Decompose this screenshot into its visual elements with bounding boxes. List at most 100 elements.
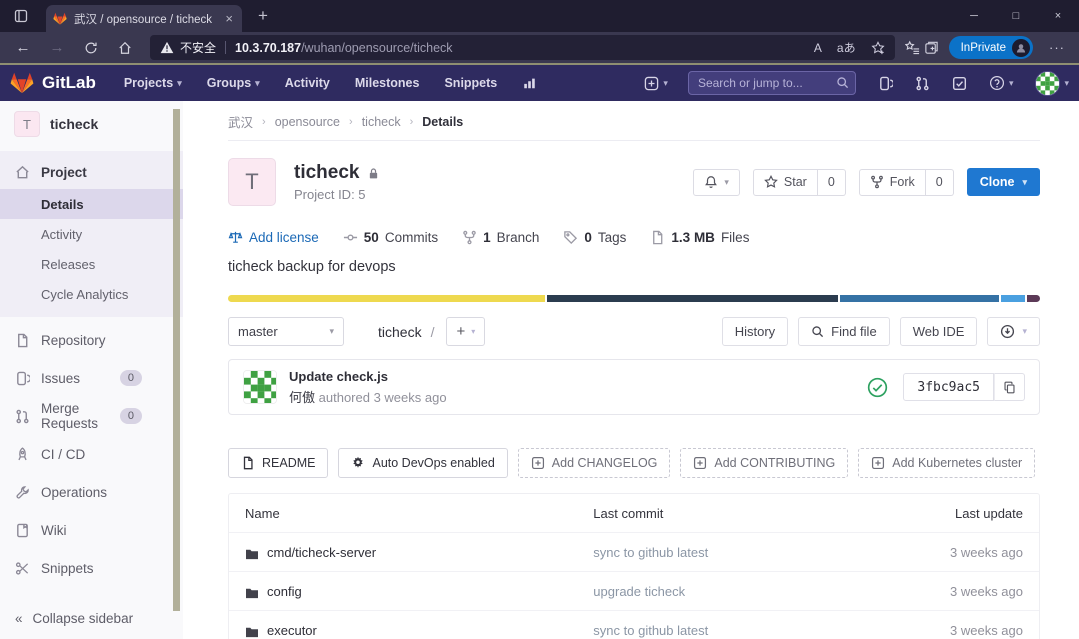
tree-controls: master ▾ ticheck / + ▾ History Find file… bbox=[228, 317, 1040, 346]
table-row[interactable]: config upgrade ticheck 3 weeks ago bbox=[229, 572, 1039, 611]
file-name-link[interactable]: executor bbox=[267, 623, 317, 638]
sidebar-item-merge-requests[interactable]: Merge Requests 0 bbox=[0, 399, 183, 433]
security-status[interactable]: 不安全 bbox=[160, 39, 216, 56]
fork-button[interactable]: Fork bbox=[859, 169, 926, 196]
issues-dashboard-button[interactable] bbox=[878, 76, 893, 91]
breadcrumb-item[interactable]: 武汉 bbox=[228, 112, 253, 131]
fork-count[interactable]: 0 bbox=[926, 169, 954, 196]
project-id: Project ID: 5 bbox=[294, 187, 380, 202]
collapse-sidebar-button[interactable]: « Collapse sidebar bbox=[0, 597, 183, 639]
translate-icon[interactable]: aあ bbox=[837, 39, 856, 56]
add-license-link[interactable]: Add license bbox=[228, 230, 319, 245]
nav-groups[interactable]: Groups▾ bbox=[207, 76, 260, 90]
breadcrumb-item[interactable]: ticheck bbox=[362, 115, 401, 129]
language-bar[interactable] bbox=[228, 295, 1040, 302]
sidebar-item-repository[interactable]: Repository bbox=[0, 323, 183, 357]
find-file-button[interactable]: Find file bbox=[798, 317, 890, 346]
new-menu-button[interactable]: ▾ bbox=[644, 76, 668, 91]
table-row[interactable]: executor sync to github latest 3 weeks a… bbox=[229, 611, 1039, 639]
inprivate-badge[interactable]: InPrivate bbox=[949, 36, 1033, 59]
sidebar-item-releases[interactable]: Releases bbox=[0, 249, 183, 279]
gitlab-logo[interactable]: GitLab bbox=[10, 72, 96, 95]
minimize-button[interactable]: ─ bbox=[953, 0, 995, 32]
user-menu-button[interactable]: ▾ bbox=[1035, 71, 1069, 96]
back-button[interactable]: ← bbox=[8, 35, 38, 60]
sidebar-item-wiki[interactable]: Wiki bbox=[0, 513, 183, 547]
tags-stat[interactable]: 0Tags bbox=[563, 230, 626, 245]
add-favorite-icon[interactable] bbox=[871, 41, 885, 55]
sidebar-item-details[interactable]: Details bbox=[0, 189, 183, 219]
commit-author[interactable]: 何傲 bbox=[289, 390, 315, 405]
sidebar-section-project: Project Details Activity Releases Cycle … bbox=[0, 151, 183, 317]
sidebar-item-project[interactable]: Project bbox=[0, 155, 183, 189]
branches-stat[interactable]: 1Branch bbox=[462, 230, 539, 245]
read-aloud-icon[interactable]: A bbox=[814, 41, 822, 55]
sidebar-item-ci-cd[interactable]: CI / CD bbox=[0, 437, 183, 471]
collections-icon[interactable] bbox=[924, 40, 939, 55]
notifications-button[interactable]: ▾ bbox=[693, 169, 740, 196]
add-file-button[interactable]: + ▾ bbox=[446, 317, 485, 346]
commit-title-link[interactable]: Update check.js bbox=[289, 369, 447, 384]
commit-author-avatar[interactable] bbox=[243, 370, 277, 404]
nav-projects[interactable]: Projects▾ bbox=[124, 76, 182, 90]
plus-square-icon bbox=[871, 456, 885, 470]
clone-button[interactable]: Clone ▾ bbox=[967, 168, 1040, 196]
sidebar-item-snippets[interactable]: Snippets bbox=[0, 551, 183, 585]
nav-activity[interactable]: Activity bbox=[285, 76, 330, 90]
last-commit-message[interactable]: sync to github latest bbox=[577, 611, 877, 639]
file-name-link[interactable]: cmd/ticheck-server bbox=[267, 545, 376, 560]
breadcrumb-item[interactable]: opensource bbox=[275, 115, 340, 129]
new-tab-button[interactable]: + bbox=[252, 6, 274, 26]
sidebar-item-operations[interactable]: Operations bbox=[0, 475, 183, 509]
breadcrumb-separator: › bbox=[349, 116, 353, 128]
tab-close-icon[interactable]: × bbox=[223, 11, 235, 26]
home-button[interactable] bbox=[110, 35, 140, 60]
browser-menu-icon[interactable]: ··· bbox=[1043, 40, 1071, 55]
files-stat[interactable]: 1.3 MBFiles bbox=[650, 230, 749, 245]
help-menu-button[interactable]: ▾ bbox=[989, 75, 1014, 91]
web-ide-button[interactable]: Web IDE bbox=[900, 317, 978, 346]
merge-requests-button[interactable] bbox=[915, 76, 930, 91]
last-commit-message[interactable]: sync to github latest bbox=[577, 533, 877, 572]
pipeline-passed-icon[interactable] bbox=[867, 377, 888, 398]
history-button[interactable]: History bbox=[722, 317, 788, 346]
browser-tab[interactable]: 武汉 / opensource / ticheck · Git × bbox=[46, 5, 242, 32]
branch-icon bbox=[462, 230, 477, 245]
todos-button[interactable] bbox=[952, 76, 967, 91]
star-count[interactable]: 0 bbox=[818, 169, 846, 196]
add-kubernetes-cluster-button[interactable]: Add Kubernetes cluster bbox=[858, 448, 1035, 478]
refresh-button[interactable] bbox=[76, 35, 106, 60]
add-contributing-button[interactable]: Add CONTRIBUTING bbox=[680, 448, 848, 478]
commits-stat[interactable]: 50Commits bbox=[343, 230, 438, 245]
sidebar-scrollbar[interactable] bbox=[173, 109, 180, 611]
tab-actions-button[interactable] bbox=[8, 5, 34, 27]
copy-sha-button[interactable] bbox=[994, 373, 1025, 401]
close-button[interactable]: × bbox=[1037, 0, 1079, 32]
add-changelog-button[interactable]: Add CHANGELOG bbox=[518, 448, 671, 478]
sidebar-item-issues[interactable]: Issues 0 bbox=[0, 361, 183, 395]
readme-button[interactable]: README bbox=[228, 448, 328, 478]
file-name-link[interactable]: config bbox=[267, 584, 302, 599]
project-header: T ticheck Project ID: 5 ▾ Star bbox=[228, 158, 1040, 206]
sidebar-context-header[interactable]: T ticheck bbox=[0, 101, 183, 146]
chart-button[interactable] bbox=[522, 76, 537, 90]
table-row[interactable]: cmd/ticheck-server sync to github latest… bbox=[229, 533, 1039, 572]
nav-snippets[interactable]: Snippets bbox=[444, 76, 497, 90]
profile-avatar bbox=[1012, 39, 1030, 57]
last-commit-message[interactable]: upgrade ticheck bbox=[577, 572, 877, 611]
sidebar-item-cycle-analytics[interactable]: Cycle Analytics bbox=[0, 279, 183, 309]
branch-selector[interactable]: master ▾ bbox=[228, 317, 344, 346]
search-input[interactable] bbox=[688, 71, 856, 95]
star-button[interactable]: Star bbox=[753, 169, 818, 196]
nav-milestones[interactable]: Milestones bbox=[355, 76, 420, 90]
lock-icon bbox=[367, 167, 380, 180]
repo-root-link[interactable]: ticheck bbox=[378, 324, 422, 340]
auto-devops-button[interactable]: Auto DevOps enabled bbox=[338, 448, 507, 478]
maximize-button[interactable]: □ bbox=[995, 0, 1037, 32]
address-bar[interactable]: 不安全 10.3.70.187/wuhan/opensource/ticheck… bbox=[150, 35, 895, 60]
favorites-bar-icon[interactable] bbox=[905, 40, 920, 55]
commit-sha[interactable]: 3fbc9ac5 bbox=[903, 373, 994, 401]
forward-button: → bbox=[42, 35, 72, 60]
download-source-button[interactable]: ▾ bbox=[987, 317, 1040, 346]
sidebar-item-activity[interactable]: Activity bbox=[0, 219, 183, 249]
